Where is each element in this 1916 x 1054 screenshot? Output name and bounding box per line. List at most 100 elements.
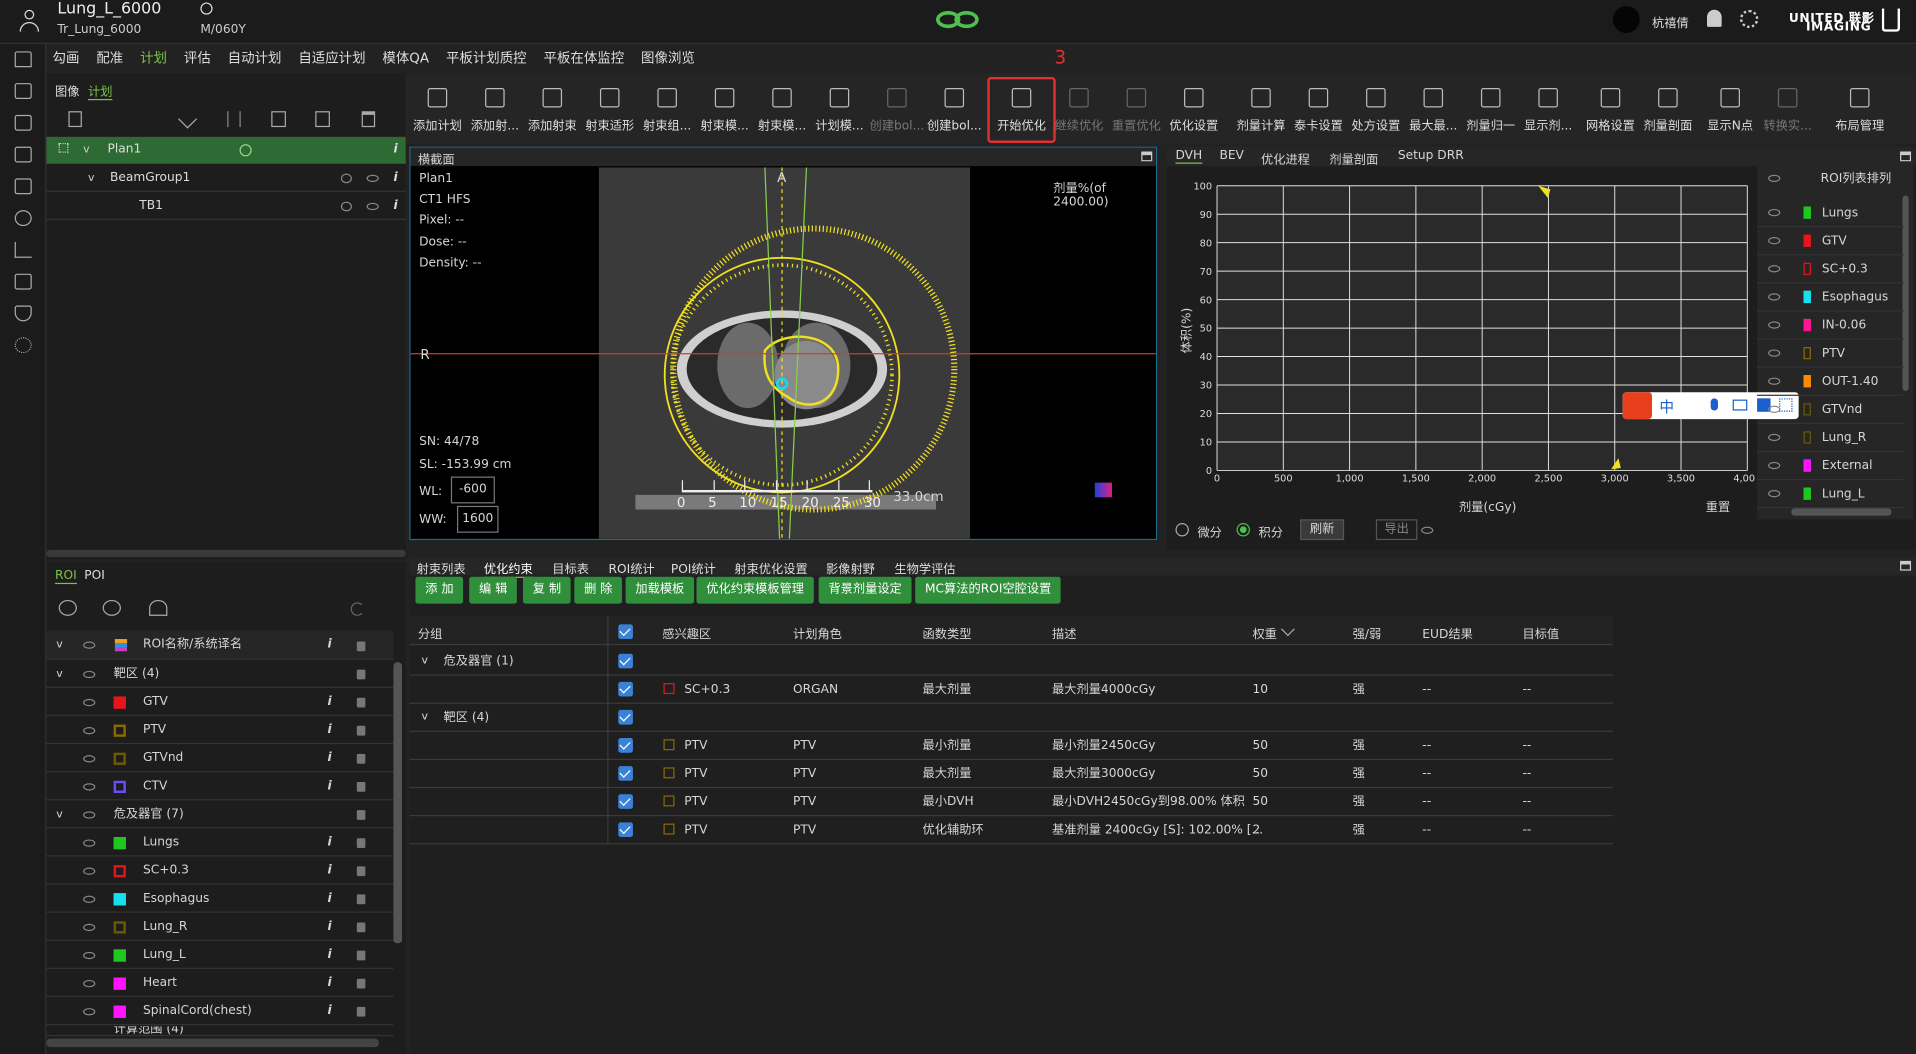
action-button[interactable]: 编 辑 bbox=[469, 576, 518, 604]
roi-sort-row[interactable]: External bbox=[1757, 452, 1904, 481]
roi-scrollbar[interactable] bbox=[393, 662, 403, 944]
home-icon[interactable] bbox=[14, 51, 32, 68]
eye-icon[interactable] bbox=[83, 951, 96, 960]
info-icon[interactable]: i bbox=[327, 745, 331, 772]
eye-icon[interactable] bbox=[83, 867, 96, 875]
info-icon[interactable]: i bbox=[327, 998, 331, 1025]
duplicate-icon[interactable] bbox=[315, 111, 330, 128]
lock-icon[interactable] bbox=[356, 782, 366, 792]
toolbar-item[interactable]: 开始优化 bbox=[992, 87, 1051, 133]
dose-toggle-icon[interactable] bbox=[340, 201, 352, 212]
eye-icon[interactable] bbox=[1768, 293, 1781, 301]
chevron-down-icon[interactable]: v bbox=[56, 802, 63, 829]
eye-icon[interactable] bbox=[1768, 461, 1781, 470]
report-icon[interactable] bbox=[14, 273, 32, 290]
table-row[interactable]: PTV PTV 优化辅助环 基准剂量 2400cGy [S]: 102.00% [..… bbox=[409, 816, 1613, 845]
dvh-reset-button[interactable]: 重置 bbox=[1706, 496, 1730, 514]
table-row[interactable]: PTV PTV 最小DVH 最小DVH2450cGy到98.00% 体积 50 强 -- -- bbox=[409, 788, 1613, 817]
eye-icon[interactable] bbox=[83, 670, 96, 679]
eye-icon[interactable] bbox=[83, 727, 96, 735]
roi-color-swatch[interactable] bbox=[1803, 375, 1811, 388]
import-icon[interactable] bbox=[14, 114, 32, 131]
roi-item-row[interactable]: SpinalCord(chest) i bbox=[46, 998, 394, 1026]
eye-icon[interactable] bbox=[83, 895, 96, 903]
action-button[interactable]: 优化约束模板管理 bbox=[696, 576, 814, 604]
bottom-tab[interactable]: ROI统计 bbox=[609, 558, 655, 576]
plan-tree-beam[interactable]: TB1 i bbox=[46, 193, 406, 220]
refresh-button[interactable]: 刷新 bbox=[1300, 519, 1345, 541]
roi-color-swatch[interactable] bbox=[113, 977, 126, 990]
tab-poi[interactable]: POI bbox=[84, 569, 105, 582]
roi-item-row[interactable]: SC+0.3 i bbox=[46, 858, 394, 885]
lock-icon[interactable] bbox=[356, 922, 366, 933]
bottom-tab[interactable]: 优化约束 bbox=[483, 558, 533, 578]
ww-input[interactable]: 1600 bbox=[456, 505, 499, 533]
toolbar-item[interactable]: 转换实... bbox=[1758, 87, 1817, 133]
toolbar-item[interactable]: 创建bol... bbox=[925, 87, 984, 133]
refresh-icon[interactable] bbox=[350, 602, 365, 616]
action-button[interactable]: 删 除 bbox=[574, 576, 623, 604]
roi-sort-row[interactable]: PTV bbox=[1757, 340, 1904, 368]
new-plan-icon[interactable] bbox=[68, 111, 82, 128]
roi-color-swatch[interactable] bbox=[113, 780, 126, 794]
toolbar-item[interactable]: 显示剂... bbox=[1519, 87, 1578, 133]
eye-icon[interactable] bbox=[366, 202, 379, 211]
apps-icon[interactable] bbox=[14, 337, 32, 354]
menu-contour[interactable]: 勾画 bbox=[53, 44, 80, 73]
eye-icon[interactable] bbox=[83, 923, 96, 932]
info-icon[interactable]: i bbox=[393, 165, 397, 192]
info-icon[interactable]: i bbox=[327, 942, 331, 969]
column-header[interactable]: 函数类型 bbox=[923, 623, 972, 641]
info-icon[interactable]: i bbox=[327, 631, 331, 660]
roi-tool-1-icon[interactable] bbox=[58, 599, 77, 616]
menu-epid-plan-qc[interactable]: 平板计划质控 bbox=[446, 44, 527, 73]
roi-color-swatch[interactable] bbox=[1803, 206, 1811, 219]
eye-icon[interactable] bbox=[83, 1008, 96, 1016]
eye-icon[interactable] bbox=[83, 783, 96, 791]
row-checkbox[interactable] bbox=[618, 822, 633, 838]
edit-icon[interactable] bbox=[178, 109, 198, 129]
chevron-down-icon[interactable]: v bbox=[83, 137, 90, 164]
dvh-tab[interactable]: 优化进程 bbox=[1261, 149, 1310, 167]
bottom-tab[interactable]: 生物学评估 bbox=[894, 558, 955, 576]
dvh-tab[interactable]: BEV bbox=[1219, 149, 1243, 162]
panel-scroll-h[interactable] bbox=[46, 549, 406, 558]
stats-icon[interactable] bbox=[14, 241, 32, 258]
menu-registration[interactable]: 配准 bbox=[96, 44, 123, 73]
toolbar-item[interactable]: 最大最... bbox=[1404, 87, 1463, 133]
roi-group-row[interactable]: v 危及器官 (7) bbox=[46, 802, 394, 829]
roi-color-swatch[interactable] bbox=[113, 837, 126, 850]
group-checkbox[interactable] bbox=[618, 653, 633, 669]
toolbar-item[interactable]: 添加射束 bbox=[523, 87, 582, 133]
eye-icon[interactable] bbox=[366, 174, 379, 183]
info-icon[interactable]: i bbox=[327, 717, 331, 744]
roi-sort-row[interactable]: Lung_R bbox=[1757, 424, 1904, 453]
drag-icon[interactable] bbox=[58, 142, 69, 153]
toolbar-item[interactable]: 创建bol... bbox=[868, 87, 927, 133]
dose-toggle-icon[interactable] bbox=[340, 173, 352, 184]
maximize-icon[interactable] bbox=[1900, 151, 1912, 162]
search-icon[interactable] bbox=[200, 2, 213, 15]
toolbar-item[interactable]: 剂量计算 bbox=[1232, 87, 1291, 133]
register-icon[interactable] bbox=[14, 83, 32, 99]
lock-icon[interactable] bbox=[356, 1006, 366, 1017]
keyboard-icon[interactable] bbox=[1732, 399, 1748, 411]
action-button[interactable]: 复 制 bbox=[522, 576, 571, 604]
tab-image[interactable]: 图像 bbox=[55, 81, 79, 99]
gear-icon[interactable] bbox=[1739, 9, 1759, 29]
beam-icon[interactable] bbox=[227, 111, 241, 128]
group-row[interactable]: v 危及器官 (1) bbox=[409, 648, 1613, 676]
bottom-tab[interactable]: 射束列表 bbox=[417, 558, 466, 576]
roi-color-swatch[interactable] bbox=[1803, 487, 1811, 500]
roi-color-swatch[interactable] bbox=[113, 949, 126, 962]
roi-item-row[interactable]: Lungs i bbox=[46, 830, 394, 857]
shield-icon[interactable] bbox=[14, 305, 32, 322]
menu-adaptive-plan[interactable]: 自适应计划 bbox=[298, 44, 365, 73]
dvh-chart[interactable]: 0 500 1,000 1,500 2,000 2,500 3,000 3,500 4,000 0… bbox=[1171, 169, 1755, 521]
roi-item-row[interactable]: Esophagus i bbox=[46, 886, 394, 913]
chevron-down-icon[interactable]: v bbox=[56, 661, 63, 688]
row-checkbox[interactable] bbox=[618, 766, 633, 781]
roi-group-row[interactable]: 计算范围 (4) bbox=[46, 1026, 394, 1037]
column-header[interactable]: 权重 bbox=[1252, 623, 1276, 641]
eye-icon[interactable] bbox=[83, 979, 96, 988]
